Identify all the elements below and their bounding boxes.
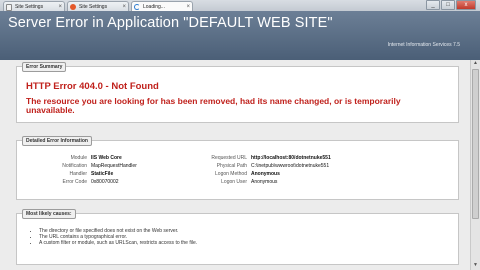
detail-key: Physical Path: [216, 163, 247, 169]
detail-key: Error Code: [62, 179, 87, 185]
minimize-button[interactable]: _: [426, 0, 440, 10]
causes-list: The directory or file specified does not…: [39, 228, 197, 246]
list-item: A custom filter or module, such as URLSc…: [39, 240, 197, 246]
detail-key: Requested URL: [211, 155, 247, 161]
maximize-button[interactable]: □: [441, 0, 455, 10]
detail-key: Handler: [69, 171, 87, 177]
detail-key: Logon Method: [215, 171, 247, 177]
likely-causes-legend: Most likely causes:: [22, 209, 76, 219]
window-controls: _ □ x: [426, 0, 476, 10]
tab-loading[interactable]: Loading... ×: [131, 1, 193, 11]
detail-value: StaticFile: [91, 171, 114, 177]
detail-value: IIS Web Core: [91, 155, 122, 161]
detailed-error-panel: Detailed Error Information Module IIS We…: [16, 136, 459, 200]
error-summary-panel: Error Summary HTTP Error 404.0 - Not Fou…: [16, 62, 459, 123]
detail-key: Logon User: [221, 179, 247, 185]
scroll-up-icon[interactable]: ▲: [472, 60, 479, 68]
close-window-button[interactable]: x: [456, 0, 476, 10]
likely-causes-panel: Most likely causes: The directory or fil…: [16, 209, 459, 265]
error-page-header: Server Error in Application "DEFAULT WEB…: [0, 11, 480, 60]
vertical-scrollbar[interactable]: ▲ ▼: [470, 60, 480, 270]
scrollbar-thumb[interactable]: [472, 69, 479, 219]
detail-value: Anonymous: [251, 179, 278, 185]
close-icon[interactable]: ×: [186, 2, 190, 11]
error-message: The resource you are looking for has bee…: [26, 96, 401, 115]
detailed-error-legend: Detailed Error Information: [22, 136, 92, 146]
detail-value: C:\inetpub\wwwroot\dotnetnuke551: [251, 163, 330, 169]
error-summary-legend: Error Summary: [22, 62, 67, 72]
loading-spinner-icon: [134, 4, 140, 10]
firefox-icon: [70, 4, 76, 10]
detail-key: Notification: [62, 163, 87, 169]
detail-value: MapRequestHandler: [91, 163, 137, 169]
tab-label: Site Settings: [15, 4, 44, 10]
detail-value: Anonymous: [251, 171, 280, 177]
page-icon: [6, 4, 12, 11]
tab-label: Loading...: [143, 4, 165, 10]
server-name: Internet Information Services 7.5: [387, 42, 460, 48]
detail-value: 0x80070002: [91, 179, 119, 185]
scroll-down-icon[interactable]: ▼: [472, 262, 479, 270]
error-code-heading: HTTP Error 404.0 - Not Found: [26, 81, 159, 92]
page-title: Server Error in Application "DEFAULT WEB…: [8, 15, 333, 31]
detail-key: Module: [70, 155, 87, 161]
close-icon[interactable]: ×: [122, 2, 126, 11]
detail-value: http://localhost:80/dotnetnuke551: [251, 155, 331, 161]
close-icon[interactable]: ×: [58, 2, 62, 11]
tab-site-settings-1[interactable]: Site Settings ×: [3, 1, 65, 11]
tab-label: Site Settings: [79, 4, 108, 10]
tab-site-settings-2[interactable]: Site Settings ×: [67, 1, 129, 11]
